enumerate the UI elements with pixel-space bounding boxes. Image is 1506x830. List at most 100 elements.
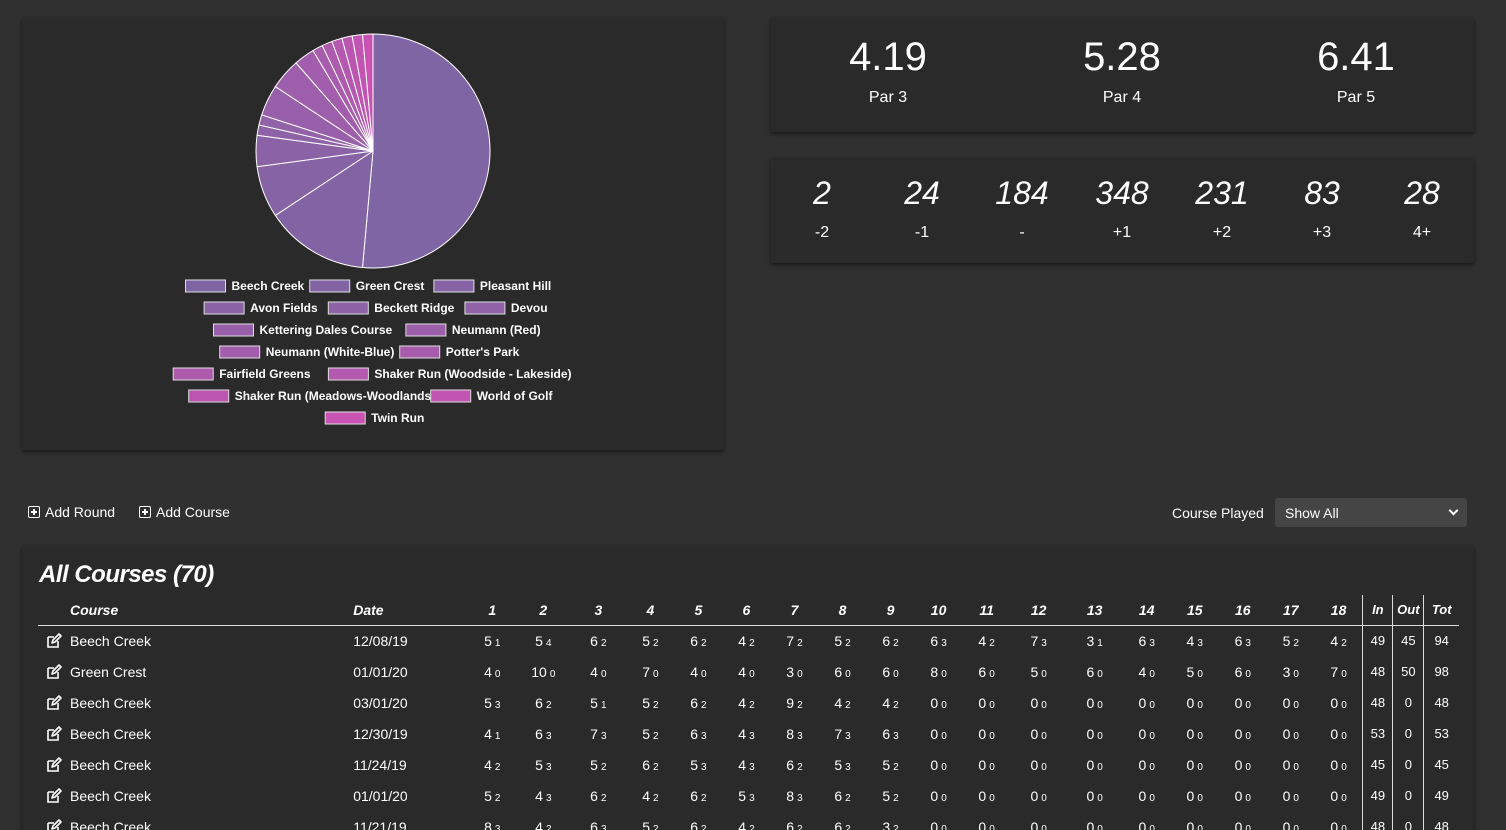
strokes: 4 — [535, 818, 543, 830]
hole-score-cell: 43 — [516, 780, 570, 811]
legend-swatch[interactable] — [430, 389, 472, 403]
in-total-cell: 48 — [1362, 687, 1393, 718]
putts: 0 — [549, 668, 556, 680]
strokes: 0 — [1086, 756, 1095, 773]
legend-swatch[interactable] — [219, 345, 261, 359]
strokes: 6 — [1138, 632, 1147, 649]
putts: 2 — [653, 699, 659, 711]
edit-cell[interactable] — [38, 749, 70, 780]
putts: 2 — [653, 823, 659, 830]
date-cell: 12/30/19 — [353, 725, 408, 742]
strokes: 3 — [1086, 632, 1095, 649]
legend-swatch[interactable] — [464, 301, 506, 315]
hole-score-cell: 62 — [570, 780, 626, 811]
edit-cell[interactable] — [38, 625, 70, 656]
legend-swatch[interactable] — [433, 279, 475, 293]
in-total-cell: 45 — [1362, 749, 1393, 780]
legend-label[interactable]: Devou — [511, 301, 548, 315]
putts: 0 — [941, 668, 947, 680]
course-pie-chart: Beech Creek Green Crest Pleasant Hill Avon … — [172, 33, 572, 425]
legend-swatch[interactable] — [188, 389, 230, 403]
legend-label[interactable]: Beckett Ridge — [374, 301, 454, 315]
table-row[interactable]: Beech Creek 03/01/20 5 3 6 2 5 1 5 2 6 2 4 2 9 2 4 2 4 2 0 0 0… — [38, 687, 1459, 718]
hole-score-cell: 53 — [722, 780, 770, 811]
strokes: 5 — [834, 756, 843, 773]
score-label: +3 — [1312, 224, 1332, 241]
hole-score-cell: 00 — [963, 749, 1011, 780]
hole-score-cell: 62 — [626, 749, 674, 780]
legend-swatch[interactable] — [309, 279, 351, 293]
legend-swatch[interactable] — [213, 323, 254, 337]
table-row[interactable]: Beech Creek 12/08/19 5 1 5 4 6 2 5 2 6 2 4 2 7 2 5 2 6 2 6 3 4… — [38, 625, 1459, 656]
legend-label[interactable]: Beech Creek — [232, 279, 305, 293]
par5-value: 6.41 — [1317, 35, 1395, 79]
strokes: 4 — [738, 818, 747, 830]
legend-swatch[interactable] — [172, 367, 214, 381]
table-row[interactable]: Beech Creek 01/01/20 5 2 4 3 6 2 4 2 6 2 5 3 8 3 6 2 5 2 0 0 0… — [38, 780, 1459, 811]
putts: 3 — [701, 730, 707, 742]
strokes: 6 — [590, 818, 598, 830]
hole-score-cell: 40 — [570, 656, 626, 687]
edit-cell[interactable] — [38, 780, 70, 811]
legend-swatch[interactable] — [327, 367, 369, 381]
legend-swatch[interactable] — [203, 301, 245, 315]
date-cell: 01/01/20 — [353, 787, 408, 804]
edit-cell[interactable] — [38, 687, 70, 718]
legend-label[interactable]: Potter's Park — [446, 345, 520, 359]
legend-label[interactable]: Neumann (Red) — [452, 323, 541, 337]
edit-icon[interactable] — [46, 664, 62, 680]
strokes: 6 — [786, 818, 795, 830]
legend-label[interactable]: Green Crest — [356, 279, 425, 293]
hole-score-cell: 62 — [516, 687, 570, 718]
legend-label[interactable]: World of Golf — [477, 389, 554, 403]
legend-label[interactable]: Shaker Run (Woodside - Lakeside) — [374, 367, 571, 381]
legend-label[interactable]: Fairfield Greens — [219, 367, 311, 381]
edit-icon[interactable] — [46, 819, 62, 830]
edit-icon[interactable] — [46, 633, 62, 649]
par4-value: 5.28 — [1083, 35, 1161, 79]
course-cell: Beech Creek — [70, 694, 151, 711]
pie-slice[interactable] — [361, 33, 491, 269]
legend-swatch[interactable] — [185, 279, 226, 293]
legend-swatch[interactable] — [324, 411, 366, 425]
putts: 3 — [494, 823, 501, 830]
legend-label[interactable]: Kettering Dales Course — [260, 323, 393, 337]
edit-icon[interactable] — [46, 788, 62, 804]
hole-score-cell: 41 — [468, 718, 516, 749]
legend-swatch[interactable] — [405, 323, 447, 337]
rounds-table: Course Date 1 2 3 4 5 6 7 8 9 10 11 12 13 14 15 16 17 18 In O… — [38, 595, 1459, 830]
edit-cell[interactable] — [38, 718, 70, 749]
strokes: 4 — [484, 663, 492, 680]
edit-icon[interactable] — [46, 757, 62, 773]
hole-score-cell: 40 — [722, 656, 770, 687]
legend-label[interactable]: Twin Run — [371, 411, 424, 425]
legend-swatch[interactable] — [399, 345, 441, 359]
table-row[interactable]: Green Crest 01/01/20 4 0 10 0 4 0 7 0 4 0 4 0 3 0 6 0 6 0 8 0… — [38, 656, 1459, 687]
table-row[interactable]: Beech Creek 12/30/19 4 1 6 3 7 3 5 2 6 3 4 3 8 3 7 3 6 3 0 0 0… — [38, 718, 1459, 749]
edit-icon[interactable] — [46, 695, 62, 711]
strokes: 5 — [834, 632, 843, 649]
legend-label[interactable]: Avon Fields — [250, 301, 318, 315]
hole-score-cell: 00 — [1067, 811, 1123, 830]
edit-cell[interactable] — [38, 656, 70, 687]
legend-swatch[interactable] — [327, 301, 369, 315]
table-row[interactable]: Beech Creek 11/21/19 8 3 4 2 6 3 5 2 6 2 4 2 6 2 6 2 3 2 0 0 0… — [38, 811, 1459, 830]
legend-label[interactable]: Neumann (White-Blue) — [266, 345, 395, 359]
table-row[interactable]: Beech Creek 11/24/19 4 2 5 3 5 2 6 2 5 3 4 3 6 2 5 3 5 2 0 0 0… — [38, 749, 1459, 780]
score-count: 83 — [1304, 175, 1340, 211]
legend-label[interactable]: Pleasant Hill — [480, 279, 551, 293]
strokes: 0 — [978, 756, 987, 773]
edit-cell[interactable] — [38, 811, 70, 830]
putts: 3 — [1245, 637, 1251, 649]
add-round-button[interactable]: Add Round — [28, 504, 115, 520]
edit-icon[interactable] — [46, 726, 62, 742]
putts: 2 — [494, 761, 501, 773]
add-course-button[interactable]: Add Course — [139, 504, 230, 520]
strokes: 0 — [1186, 818, 1195, 830]
hole-score-cell: 00 — [915, 687, 963, 718]
hole-score-cell: 32 — [867, 811, 915, 830]
course-filter-select[interactable]: Show All — [1275, 498, 1467, 527]
par5-label: Par 5 — [1336, 89, 1376, 106]
strokes: 4 — [882, 694, 891, 711]
legend-label[interactable]: Shaker Run (Meadows-Woodlands) — [235, 389, 435, 403]
